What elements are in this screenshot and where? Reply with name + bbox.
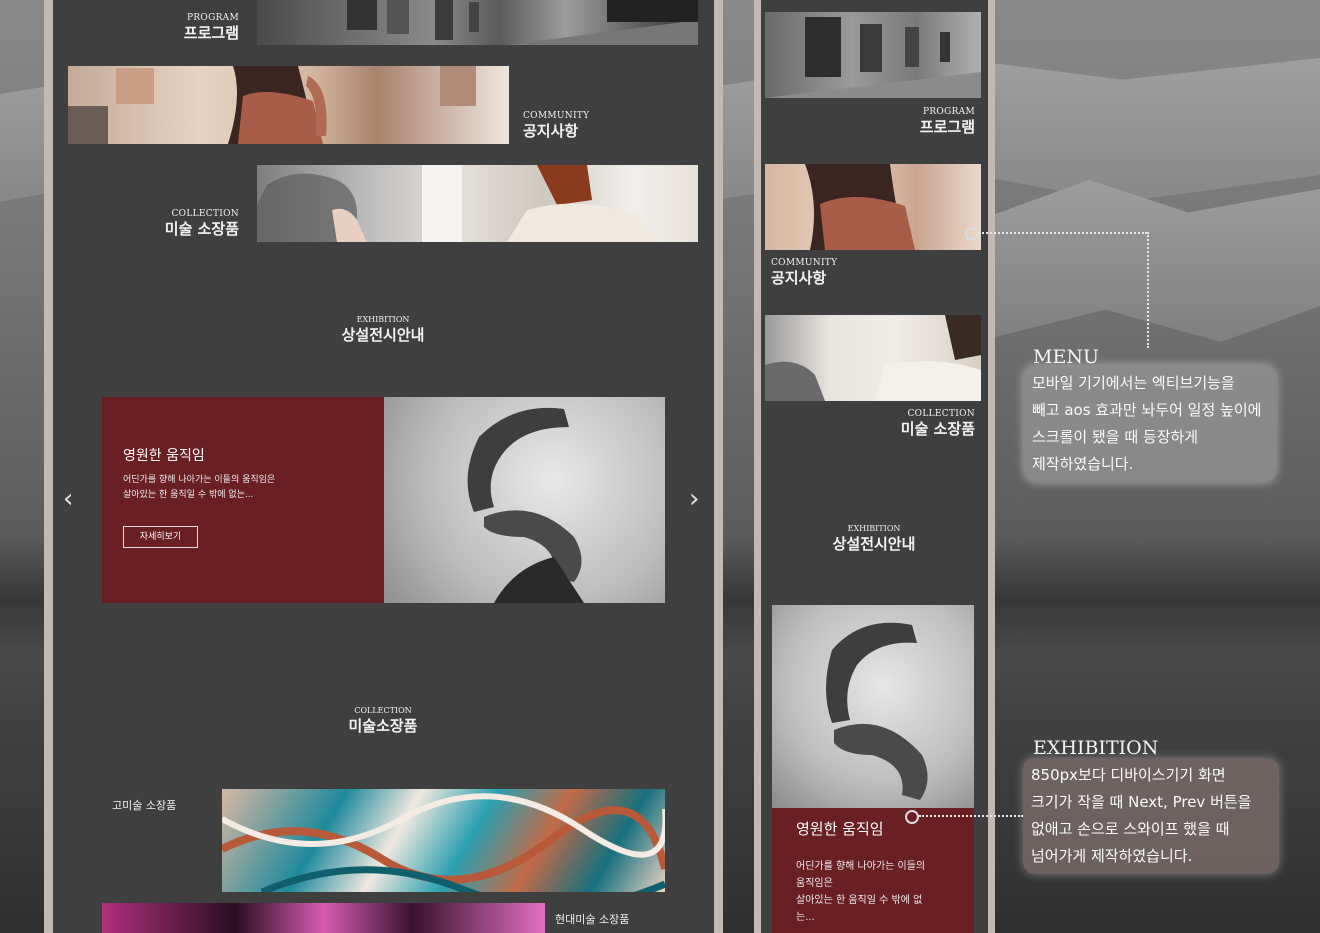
menu-en-label: COMMUNITY xyxy=(523,111,590,121)
menu-item-program[interactable]: PROGRAM 프로그램 xyxy=(149,13,239,42)
menu-note-heading: MENU xyxy=(1033,346,1099,368)
mobile-page: PROGRAM 프로그램 COMMUNITY 공지사항 COLLECTION 미… xyxy=(761,0,988,933)
slide-description: 어딘가를 향해 나아가는 이들의 움직임은 살아있는 한 움직일 수 밖에 없는… xyxy=(123,473,353,503)
note-line: 없애고 손으로 스와이프 했을 때 xyxy=(1031,820,1230,838)
painter-photo-illustration xyxy=(765,315,981,401)
slide-title: 영원한 움직임 xyxy=(123,448,205,464)
menu-en-label: COMMUNITY xyxy=(771,258,838,268)
note-line: 제작하였습니다. xyxy=(1032,455,1134,473)
slide-desc-line: 어딘가를 향해 나아가는 이들의 움직임은 xyxy=(123,475,276,485)
menu-en-label: PROGRAM xyxy=(187,13,239,23)
exhibition-section-title: EXHIBITION 상설전시안내 xyxy=(761,524,988,554)
exhibition-section-title: EXHIBITION 상설전시안내 xyxy=(233,315,533,345)
menu-ko-label: 공지사항 xyxy=(523,122,579,140)
slide-title: 영원한 움직임 xyxy=(796,820,884,838)
note-line: 넘어가게 제작하였습니다. xyxy=(1031,847,1193,865)
program-gallery-image[interactable] xyxy=(765,12,981,98)
hands-image xyxy=(384,397,665,603)
menu-ko-label: 프로그램 xyxy=(919,118,975,136)
section-ko-label: 미술소장품 xyxy=(348,717,418,735)
note-line: 빼고 aos 효과만 놔두어 일정 높이에 xyxy=(1032,401,1262,419)
note-line: 모바일 기기에서는 엑티브기능을 xyxy=(1032,374,1235,392)
note-line: 크기가 작을 때 Next, Prev 버튼을 xyxy=(1031,793,1252,811)
slide-desc-line: 는... xyxy=(796,912,815,923)
callout-line xyxy=(979,232,1147,234)
callout-dot-icon xyxy=(905,810,919,824)
section-en-label: COLLECTION xyxy=(354,706,412,715)
woman-photo-illustration xyxy=(805,164,915,250)
menu-en-label: COLLECTION xyxy=(907,409,975,419)
gallery-photo-illustration xyxy=(765,17,981,98)
menu-ko-label: 공지사항 xyxy=(771,269,827,287)
callout-line xyxy=(1147,232,1149,348)
section-en-label: EXHIBITION xyxy=(847,524,901,533)
section-ko-label: 상설전시안내 xyxy=(341,326,425,344)
exhibition-note-bubble: 850px보다 디바이스기기 화면 크기가 작을 때 Next, Prev 버튼… xyxy=(1023,758,1279,874)
note-line: 850px보다 디바이스기기 화면 xyxy=(1031,766,1226,784)
menu-en-label: PROGRAM xyxy=(923,107,975,117)
slide-desc-line: 움직임은 xyxy=(796,878,833,889)
menu-item-program[interactable]: PROGRAM 프로그램 xyxy=(881,107,975,136)
note-line: 스크롤이 됐을 때 등장하게 xyxy=(1032,428,1199,446)
slide-desc-line: 어딘가를 향해 나아가는 이들의 xyxy=(796,861,926,872)
community-image[interactable] xyxy=(765,164,981,250)
callout-dot-icon xyxy=(965,227,979,241)
menu-note-bubble: 모바일 기기에서는 엑티브기능을 빼고 aos 효과만 놔두어 일정 높이에 스… xyxy=(1024,366,1276,482)
ancient-art-image[interactable] xyxy=(222,789,665,892)
menu-en-label: COLLECTION xyxy=(171,209,239,219)
community-image[interactable] xyxy=(68,66,509,144)
hands-photo-illustration xyxy=(467,407,584,603)
desktop-page: PROGRAM 프로그램 COMMUNITY 공지사항 COLLECTION 미… xyxy=(53,0,714,933)
menu-item-community[interactable]: COMMUNITY 공지사항 xyxy=(771,258,865,287)
program-gallery-image[interactable] xyxy=(257,0,698,45)
note-heading: EXHIBITION xyxy=(1033,737,1159,759)
collection-image[interactable] xyxy=(765,315,981,401)
note-heading: MENU xyxy=(1033,346,1099,368)
menu-ko-label: 프로그램 xyxy=(183,24,239,42)
slide-description: 어딘가를 향해 나아가는 이들의 움직임은 살아있는 한 움직일 수 밖에 없 … xyxy=(796,858,966,926)
menu-item-community[interactable]: COMMUNITY 공지사항 xyxy=(523,111,613,140)
hands-photo-illustration xyxy=(826,622,928,800)
collection-item-label[interactable]: 고미술 소장품 xyxy=(112,797,176,813)
desktop-frame: PROGRAM 프로그램 COMMUNITY 공지사항 COLLECTION 미… xyxy=(44,0,723,933)
section-ko-label: 상설전시안내 xyxy=(832,535,916,553)
exhibition-note-heading: EXHIBITION xyxy=(1033,737,1158,759)
painter-photo-illustration xyxy=(257,165,657,242)
callout-line xyxy=(919,815,1023,817)
gallery-photo-illustration xyxy=(347,0,698,45)
prev-arrow-icon[interactable]: ‹ xyxy=(63,484,73,514)
section-en-label: EXHIBITION xyxy=(356,315,410,324)
exhibition-slide[interactable]: 영원한 움직임 어딘가를 향해 나아가는 이들의 움직임은 살아있는 한 움직일… xyxy=(772,605,974,933)
menu-ko-label: 미술 소장품 xyxy=(164,220,239,238)
collection-section-title: COLLECTION 미술소장품 xyxy=(233,706,533,736)
background-torn-paper xyxy=(990,180,1320,342)
marble-illustration xyxy=(222,793,665,892)
woman-photo-illustration xyxy=(68,66,476,144)
next-arrow-icon[interactable]: › xyxy=(689,484,699,514)
detail-button[interactable]: 자세히보기 xyxy=(123,526,198,548)
slide-desc-line: 살아있는 한 움직일 수 밖에 없는... xyxy=(123,490,254,500)
exhibition-slide[interactable]: 영원한 움직임 어딘가를 향해 나아가는 이들의 움직임은 살아있는 한 움직일… xyxy=(102,397,665,603)
slide-desc-line: 살아있는 한 움직일 수 밖에 없 xyxy=(796,895,923,906)
collection-image[interactable] xyxy=(257,165,698,242)
menu-item-collection[interactable]: COLLECTION 미술 소장품 xyxy=(881,409,975,438)
menu-ko-label: 미술 소장품 xyxy=(900,420,975,438)
mobile-frame: PROGRAM 프로그램 COMMUNITY 공지사항 COLLECTION 미… xyxy=(754,0,995,933)
collection-item-label[interactable]: 현대미술 소장품 xyxy=(555,911,629,927)
hands-image xyxy=(772,605,974,808)
modern-art-image[interactable] xyxy=(102,903,545,933)
menu-item-collection[interactable]: COLLECTION 미술 소장품 xyxy=(149,209,239,238)
